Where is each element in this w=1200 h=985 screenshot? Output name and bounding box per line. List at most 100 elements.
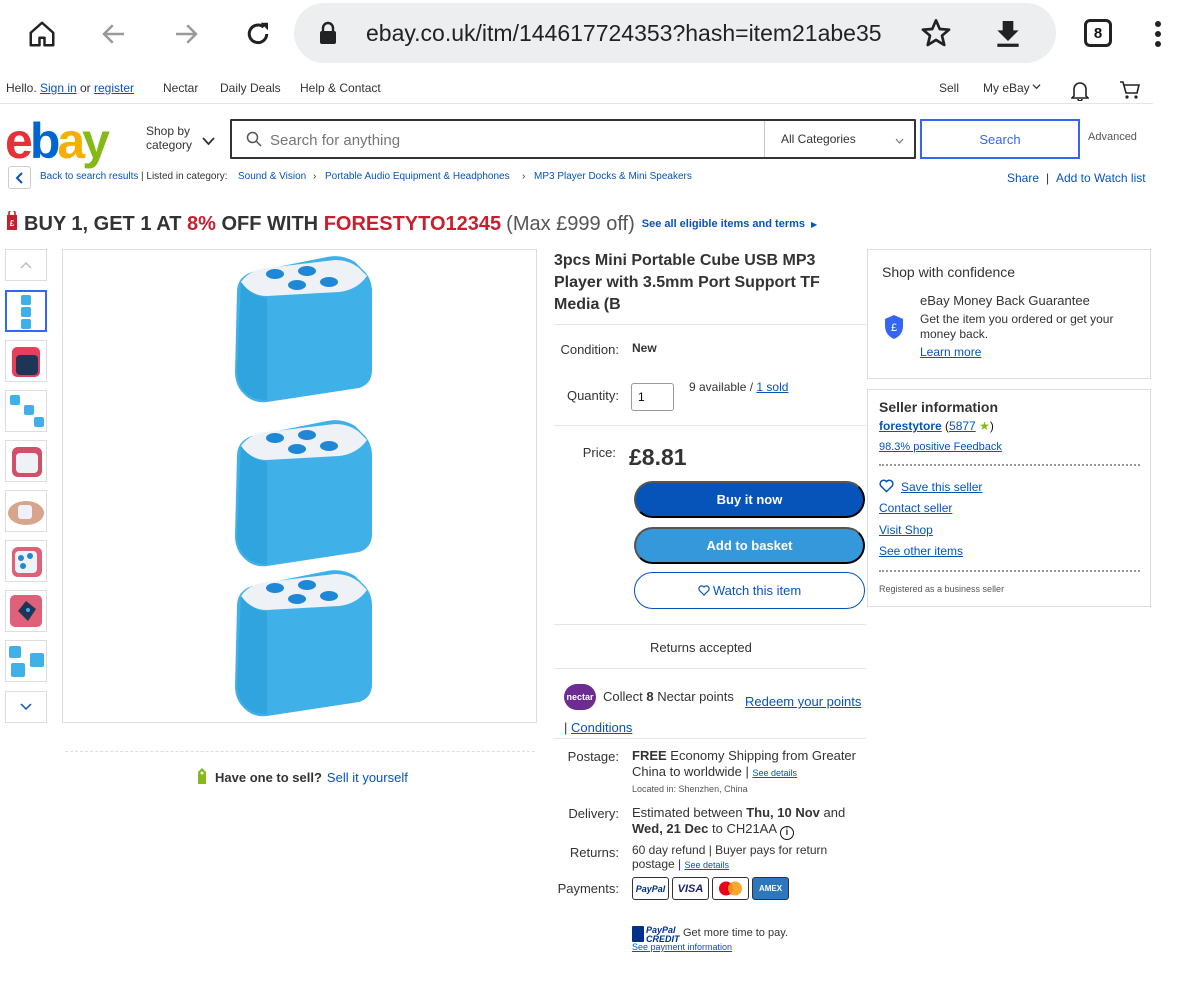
bell-icon[interactable] xyxy=(1070,81,1090,104)
logo-letter: e xyxy=(5,113,33,169)
reload-icon[interactable] xyxy=(238,14,278,54)
url-bar[interactable]: ebay.co.uk/itm/144617724353?hash=item21a… xyxy=(294,3,1056,63)
returns-text: 60 day refund | Buyer pays for return po… xyxy=(632,843,828,871)
delivery-text: Estimated between xyxy=(632,805,743,820)
other-items-link[interactable]: See other items xyxy=(879,544,963,558)
forward-arrow-icon[interactable] xyxy=(166,14,206,54)
cart-icon[interactable] xyxy=(1119,80,1141,103)
star-icon: ★ xyxy=(979,419,990,433)
nectar-conditions-link[interactable]: Conditions xyxy=(571,720,632,735)
url-text[interactable]: ebay.co.uk/itm/144617724353?hash=item21a… xyxy=(366,20,902,47)
breadcrumb-portable-audio[interactable]: Portable Audio Equipment & Headphones xyxy=(325,171,510,182)
visit-shop-link[interactable]: Visit Shop xyxy=(879,523,933,537)
thumbnail-scroll-up[interactable] xyxy=(5,249,47,281)
tag-icon xyxy=(195,767,209,788)
postage-details-link[interactable]: See details xyxy=(752,768,797,778)
thumbnail-image[interactable] xyxy=(5,640,47,682)
download-icon[interactable] xyxy=(992,17,1024,54)
thumbnail-image[interactable] xyxy=(5,290,47,332)
sell-link[interactable]: Sell xyxy=(939,81,959,95)
promo-banner: £ BUY 1, GET 1 AT 8% OFF WITH FORESTYTO1… xyxy=(5,209,818,237)
search-button[interactable]: Search xyxy=(920,119,1080,159)
postage-value: FREE Economy Shipping from Greater China… xyxy=(632,748,864,781)
top-navigation: Hello. Sign in or register Nectar Daily … xyxy=(0,76,1153,104)
sign-in-link[interactable]: Sign in xyxy=(40,81,77,95)
back-to-search-link[interactable]: Back to search results xyxy=(40,171,138,182)
chevron-down-icon xyxy=(895,134,904,148)
daily-deals-link[interactable]: Daily Deals xyxy=(220,81,281,95)
watch-item-button[interactable]: Watch this item xyxy=(634,572,865,609)
learn-more-link[interactable]: Learn more xyxy=(920,345,981,359)
promo-percent: 8% xyxy=(187,212,216,235)
payment-info-link[interactable]: See payment information xyxy=(632,942,732,952)
more-vert-icon[interactable] xyxy=(1138,14,1178,54)
confidence-title: Shop with confidence xyxy=(882,264,1016,280)
shield-icon: £ xyxy=(883,314,905,345)
returns-label: Returns: xyxy=(569,845,619,860)
visa-icon: VISA xyxy=(672,877,709,900)
seller-information-box: Seller information forestytore (5877 ★) … xyxy=(867,389,1151,607)
business-seller-note: Registered as a business seller xyxy=(879,584,1005,594)
info-icon[interactable]: i xyxy=(779,826,794,840)
condition-label: Condition: xyxy=(560,342,619,357)
seller-name-link[interactable]: forestytore xyxy=(879,419,942,433)
amex-icon: AMEX xyxy=(752,877,789,900)
breadcrumb-mp3-docks[interactable]: MP3 Player Docks & Mini Speakers xyxy=(534,171,692,182)
quantity-input[interactable] xyxy=(631,383,674,411)
chevron-right-icon: › xyxy=(522,171,526,182)
sell-it-yourself-link[interactable]: Sell it yourself xyxy=(327,770,408,785)
thumbnail-image[interactable] xyxy=(5,540,47,582)
main-product-image[interactable] xyxy=(62,249,537,723)
register-link[interactable]: register xyxy=(94,81,134,95)
redeem-points-link[interactable]: Redeem your points xyxy=(745,694,861,709)
my-ebay-link[interactable]: My eBay xyxy=(983,81,1030,95)
search-input[interactable] xyxy=(270,129,750,151)
paypal-icon: PayPal xyxy=(632,877,669,900)
shop-by-label: Shop by xyxy=(146,124,191,138)
search-bar: All Categories xyxy=(230,119,916,159)
feedback-score-link[interactable]: 5877 xyxy=(949,419,976,433)
home-icon[interactable] xyxy=(22,14,62,54)
promo-terms-link[interactable]: See all eligible items and terms xyxy=(642,218,805,230)
advanced-search-link[interactable]: Advanced xyxy=(1088,131,1137,143)
price-label: Price: xyxy=(582,445,616,460)
returns-value: 60 day refund | Buyer pays for return po… xyxy=(632,843,864,872)
heart-icon xyxy=(879,479,894,498)
add-to-watchlist-link[interactable]: Add to Watch list xyxy=(1056,171,1146,185)
back-to-results-button[interactable] xyxy=(8,166,31,189)
breadcrumb-sound-vision[interactable]: Sound & Vision xyxy=(238,171,306,182)
mastercard-icon xyxy=(712,877,749,900)
returns-details-link[interactable]: See details xyxy=(685,860,730,870)
thumbnail-image[interactable] xyxy=(5,590,47,632)
contact-seller-link[interactable]: Contact seller xyxy=(879,501,952,515)
thumbnail-scroll-down[interactable] xyxy=(5,691,47,723)
thumbnail-image[interactable] xyxy=(5,490,47,532)
delivery-postcode: to CH21AA xyxy=(711,821,777,836)
available-count: 9 available / xyxy=(689,380,754,394)
star-icon[interactable] xyxy=(920,17,952,54)
category-select[interactable]: All Categories xyxy=(764,121,916,157)
shop-by-category-button[interactable]: Shop by category xyxy=(146,124,192,152)
separator: | xyxy=(1046,171,1050,185)
add-to-basket-button[interactable]: Add to basket xyxy=(634,527,865,564)
thumbnail-image[interactable] xyxy=(5,440,47,482)
triangle-right-icon: ▶ xyxy=(811,219,818,229)
help-contact-link[interactable]: Help & Contact xyxy=(300,81,381,95)
thumbnail-image[interactable] xyxy=(5,390,47,432)
ebay-logo[interactable]: ebay xyxy=(5,113,110,169)
save-seller-link[interactable]: Save this seller xyxy=(901,480,982,494)
promo-text: OFF WITH xyxy=(221,212,319,235)
sell-question: Have one to sell? xyxy=(215,770,322,785)
item-location: Located in: Shenzhen, China xyxy=(632,784,748,794)
nectar-link[interactable]: Nectar xyxy=(163,81,198,95)
sold-count-link[interactable]: 1 sold xyxy=(756,380,788,394)
tabs-icon[interactable]: 8 xyxy=(1084,19,1112,47)
delivery-date-end: Wed, 21 Dec xyxy=(632,821,709,836)
back-arrow-icon[interactable] xyxy=(94,14,134,54)
buy-it-now-button[interactable]: Buy it now xyxy=(634,481,865,518)
quantity-label: Quantity: xyxy=(566,388,619,403)
positive-feedback-link[interactable]: 98.3% positive Feedback xyxy=(879,441,1002,453)
thumbnail-image[interactable] xyxy=(5,340,47,382)
lock-icon xyxy=(318,21,338,50)
share-link[interactable]: Share xyxy=(1007,171,1039,185)
